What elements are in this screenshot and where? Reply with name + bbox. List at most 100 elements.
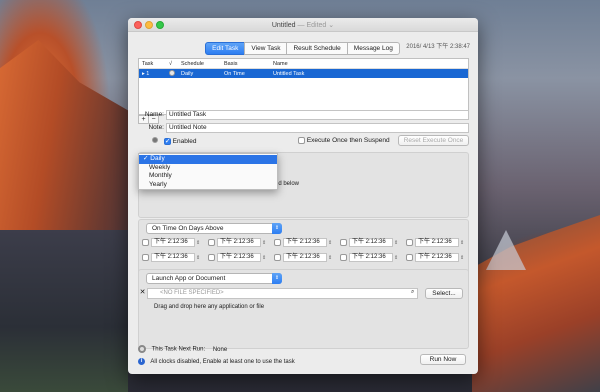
column-header-name[interactable]: Name xyxy=(270,61,468,67)
execute-once-row: Execute Once then Suspend xyxy=(298,137,390,144)
time-slot[interactable]: 下午 2:12:36 ⇕ xyxy=(340,238,398,247)
task-table-header: Task √ Schedule Basis Name xyxy=(139,59,468,69)
time-field[interactable]: 下午 2:12:36 xyxy=(217,238,261,247)
stepper-icon[interactable]: ⇕ xyxy=(196,255,200,261)
cell-name: Untitled Task xyxy=(273,70,305,77)
next-run-label: This Task Next Run: xyxy=(151,346,206,353)
gear-icon xyxy=(138,345,146,353)
menu-item-weekly[interactable]: Weekly xyxy=(139,164,277,173)
time-checkbox[interactable] xyxy=(142,239,149,246)
wallpaper-forest-left xyxy=(0,230,128,392)
time-slot[interactable]: 下午 2:12:36 ⇕ xyxy=(274,238,332,247)
time-slot[interactable]: 下午 2:12:36 ⇕ xyxy=(406,238,464,247)
cell-enabled[interactable] xyxy=(166,69,178,78)
time-field[interactable]: 下午 2:12:36 xyxy=(217,253,261,262)
time-field[interactable]: 下午 2:12:36 xyxy=(151,253,195,262)
run-now-button[interactable]: Run Now xyxy=(420,354,466,365)
status-indicator-icon xyxy=(152,137,158,143)
wallpaper-cliff-right xyxy=(472,215,600,392)
tab-result-schedule[interactable]: Result Schedule xyxy=(286,42,348,55)
time-slot[interactable]: 下午 2:12:36 ⇕ xyxy=(142,238,200,247)
execute-once-checkbox[interactable] xyxy=(298,137,305,144)
popup-arrows-icon: ⇕ xyxy=(272,223,282,234)
file-path-field[interactable]: <NO FILE SPECIFIED> xyxy=(147,288,418,299)
note-field[interactable]: Untitled Note xyxy=(166,123,469,133)
note-label: Note: xyxy=(148,124,164,131)
select-file-button[interactable]: Select... xyxy=(425,288,463,299)
menu-item-monthly[interactable]: Monthly xyxy=(139,172,277,181)
action-popup-value: Launch App or Document xyxy=(152,275,226,282)
status-message: All clocks disabled, Enable at least one… xyxy=(150,359,295,366)
schedule-dropdown-menu[interactable]: ✓ Daily Weekly Monthly Yearly xyxy=(138,153,278,190)
info-icon: i xyxy=(138,358,145,365)
column-header-schedule[interactable]: Schedule xyxy=(178,61,221,67)
time-checkbox[interactable] xyxy=(208,239,215,246)
tab-message-log[interactable]: Message Log xyxy=(346,42,400,55)
basis-popup[interactable]: On Time On Days Above ⇕ xyxy=(146,223,282,234)
time-slot[interactable]: 下午 2:12:36 ⇕ xyxy=(274,253,332,262)
table-row[interactable]: ▸ 1 Daily On Time Untitled Task xyxy=(139,69,468,78)
stepper-icon[interactable]: ⇕ xyxy=(394,255,398,261)
cell-task: ▸ 1 xyxy=(142,70,150,77)
stepper-icon[interactable]: ⇕ xyxy=(394,240,398,246)
reset-execute-once-button[interactable]: Reset Execute Once xyxy=(398,135,469,146)
status-row: i All clocks disabled, Enable at least o… xyxy=(138,358,295,365)
time-field[interactable]: 下午 2:12:36 xyxy=(349,238,393,247)
time-checkbox[interactable] xyxy=(208,254,215,261)
column-header-enabled[interactable]: √ xyxy=(166,61,178,67)
action-popup[interactable]: Launch App or Document ⇕ xyxy=(146,273,282,284)
enabled-checkbox[interactable] xyxy=(163,137,171,145)
time-field[interactable]: 下午 2:12:36 xyxy=(349,253,393,262)
name-field[interactable]: Untitled Task xyxy=(166,110,469,120)
next-run-value: None xyxy=(212,346,228,353)
cell-basis: On Time xyxy=(224,70,245,77)
window-title-text: Untitled xyxy=(271,22,296,29)
time-slot[interactable]: 下午 2:12:36 ⇕ xyxy=(208,238,266,247)
search-icon[interactable]: ⌕ xyxy=(411,289,414,296)
execute-once-label: Execute Once then Suspend xyxy=(306,137,390,145)
time-field[interactable]: 下午 2:12:36 xyxy=(415,238,459,247)
time-field[interactable]: 下午 2:12:36 xyxy=(151,238,195,247)
time-checkbox[interactable] xyxy=(340,239,347,246)
column-header-task[interactable]: Task xyxy=(139,61,166,67)
stepper-icon[interactable]: ⇕ xyxy=(262,240,266,246)
check-icon: ✓ xyxy=(143,155,149,162)
column-header-basis[interactable]: Basis xyxy=(221,61,270,67)
time-checkbox[interactable] xyxy=(274,239,281,246)
time-field[interactable]: 下午 2:12:36 xyxy=(283,253,327,262)
time-field[interactable]: 下午 2:12:36 xyxy=(283,238,327,247)
time-slot[interactable]: 下午 2:12:36 ⇕ xyxy=(142,253,200,262)
menu-item-label: Daily xyxy=(150,155,165,162)
time-checkbox[interactable] xyxy=(406,239,413,246)
stepper-icon[interactable]: ⇕ xyxy=(196,240,200,246)
stepper-icon[interactable]: ⇕ xyxy=(328,240,332,246)
tab-bar: Edit Task View Task Result Schedule Mess… xyxy=(128,42,478,55)
enabled-indicator-icon[interactable] xyxy=(169,69,175,76)
tab-edit-task[interactable]: Edit Task xyxy=(205,42,246,55)
basis-popup-value: On Time On Days Above xyxy=(152,225,224,232)
stepper-icon[interactable]: ⇕ xyxy=(460,240,464,246)
time-field[interactable]: 下午 2:12:36 xyxy=(415,253,459,262)
time-checkbox[interactable] xyxy=(406,254,413,261)
menu-item-yearly[interactable]: Yearly xyxy=(139,181,277,190)
window-title-edited: — Edited ⌄ xyxy=(295,22,335,29)
time-checkbox[interactable] xyxy=(274,254,281,261)
stepper-icon[interactable]: ⇕ xyxy=(262,255,266,261)
stepper-icon[interactable]: ⇕ xyxy=(328,255,332,261)
tab-view-task[interactable]: View Task xyxy=(244,42,288,55)
menu-item-daily[interactable]: ✓ Daily xyxy=(139,155,277,164)
title-bar[interactable]: Untitled — Edited ⌄ xyxy=(128,18,478,32)
popup-arrows-icon: ⇕ xyxy=(272,273,282,284)
stepper-icon[interactable]: ⇕ xyxy=(460,255,464,261)
time-checkbox[interactable] xyxy=(340,254,347,261)
time-slot[interactable]: 下午 2:12:36 ⇕ xyxy=(208,253,266,262)
time-slot[interactable]: 下午 2:12:36 ⇕ xyxy=(340,253,398,262)
enabled-row: Enabled xyxy=(152,137,196,145)
name-label: Name: xyxy=(144,111,164,118)
time-checkbox[interactable] xyxy=(142,254,149,261)
drop-hint-text: Drag and drop here any application or fi… xyxy=(154,304,265,310)
clear-file-icon[interactable]: ✕ xyxy=(138,288,147,299)
time-slot[interactable]: 下午 2:12:36 ⇕ xyxy=(406,253,464,262)
task-table[interactable]: Task √ Schedule Basis Name ▸ 1 Daily On … xyxy=(138,58,469,115)
window-title: Untitled — Edited ⌄ xyxy=(128,21,478,29)
